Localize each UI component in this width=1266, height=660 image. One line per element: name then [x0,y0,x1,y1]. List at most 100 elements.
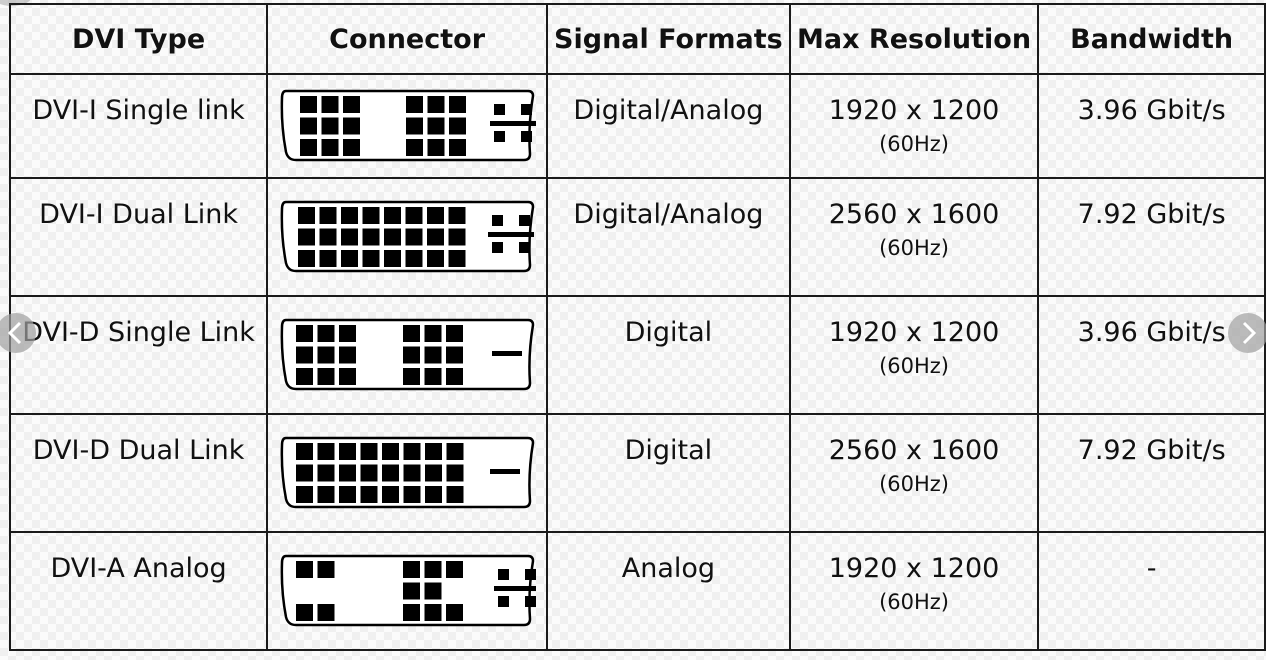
next-slide-button[interactable] [1228,313,1266,353]
bandwidth-cell: 7.92 Gbit/s [1037,413,1266,533]
connector-pin [298,250,316,267]
connector-pin [343,117,361,135]
signal-format: Digital [624,317,713,348]
connector-pin [427,117,445,135]
ground-blade [494,586,537,591]
bandwidth: 7.92 Gbit/s [1077,435,1226,466]
header-connector: Connector [266,3,549,75]
connector-pin [343,96,361,113]
dvi-i-dual-link-connector-icon [280,200,535,273]
connector-cell [266,413,549,533]
connector-pin [403,561,421,578]
connector-pin [446,464,464,482]
max-resolution: 1920 x 1200 [828,95,1000,126]
table-row: DVI-D Single Link Digital 1920 x 1200 (60… [8,295,1266,415]
connector-pin [317,325,335,342]
refresh-rate: (60Hz) [879,354,949,378]
connector-pin [298,228,316,246]
connector-pin [427,139,445,156]
connector-pin [446,325,464,342]
max-resolution-cell: 1920 x 1200 (60Hz) [788,295,1040,415]
connector-pin [321,96,339,113]
connector-pin [446,368,464,385]
table-row: DVI-D Dual Link Digital 2560 x 1600 (60Hz… [8,413,1266,533]
connector-pin [296,561,314,578]
connector-pin [449,139,467,156]
connector-pin [405,250,423,267]
connector-pin [406,139,424,156]
connector-pin [424,346,442,364]
ground-blade [490,121,537,126]
connector-pin [403,582,421,600]
connector-cell [266,177,549,297]
table-row: DVI-I Single link Digital/Analog 1920 x … [8,73,1266,179]
connector-pin [362,228,380,246]
signal-format: Digital [624,435,713,466]
connector-pin [317,604,335,621]
connector-pin [300,117,318,135]
analog-pin [519,242,531,253]
connector-pin [448,228,466,246]
dvi-type-cell: DVI-I Dual Link [8,177,269,297]
connector-pin [341,207,359,224]
connector-pin [339,368,357,385]
connector-pin [384,250,402,267]
chevron-left-icon [7,321,22,345]
bandwidth: 7.92 Gbit/s [1077,199,1226,230]
bandwidth: 3.96 Gbit/s [1077,95,1226,126]
connector-pin [382,486,400,503]
max-resolution-cell: 1920 x 1200 (60Hz) [788,73,1040,179]
connector-pin [424,368,442,385]
connector-pin [424,604,442,621]
connector-pin [321,139,339,156]
dvi-i-single-link-connector-icon [280,89,537,162]
connector-pin [296,486,314,503]
connector-pin [405,207,423,224]
connector-pin [382,464,400,482]
chevron-right-icon [1242,321,1257,345]
signal-format: Digital/Analog [573,199,764,230]
refresh-rate: (60Hz) [879,132,949,156]
analog-pin [521,131,533,142]
dvi-type-cell: DVI-D Single Link [8,295,269,415]
connector-pin [424,325,442,342]
connector-pin [384,207,402,224]
connector-cell [266,295,549,415]
connector-pin [427,228,445,246]
ground-blade [488,232,535,237]
connector-pin [360,486,378,503]
connector-pin [425,486,443,503]
bandwidth-cell: 7.92 Gbit/s [1037,177,1266,297]
previous-slide-button[interactable] [0,313,36,353]
max-resolution-cell: 2560 x 1600 (60Hz) [788,413,1040,533]
max-resolution: 2560 x 1600 [828,435,1000,466]
signal-format-cell: Digital [546,295,791,415]
connector-pin [425,443,443,460]
connector-pin [360,443,378,460]
connector-pin [300,96,318,113]
connector-pin [296,368,314,385]
max-resolution: 2560 x 1600 [828,199,1000,230]
analog-pin [498,596,510,607]
ground-blade [492,351,523,356]
connector-pin [341,250,359,267]
analog-pin [521,104,533,115]
header-max-resolution: Max Resolution [788,3,1040,75]
dvi-type: DVI-I Single link [32,95,245,126]
dvi-type-cell: DVI-D Dual Link [8,413,269,533]
connector-pin [317,346,335,364]
connector-pin [362,207,380,224]
dvi-d-dual-link-connector-icon [280,436,535,509]
connector-pin [449,96,467,113]
max-resolution: 1920 x 1200 [828,553,1000,584]
table-row: DVI-A Analog Analog 1920 x 1200 (60Hz) - [8,531,1266,651]
analog-pin [492,215,504,226]
analog-pin [494,131,506,142]
connector-pin [317,464,335,482]
connector-pin [339,443,357,460]
connector-pin [427,96,445,113]
connector-pin [403,346,421,364]
connector-pin [449,117,467,135]
signal-format-cell: Digital [546,413,791,533]
connector-pin [425,464,443,482]
